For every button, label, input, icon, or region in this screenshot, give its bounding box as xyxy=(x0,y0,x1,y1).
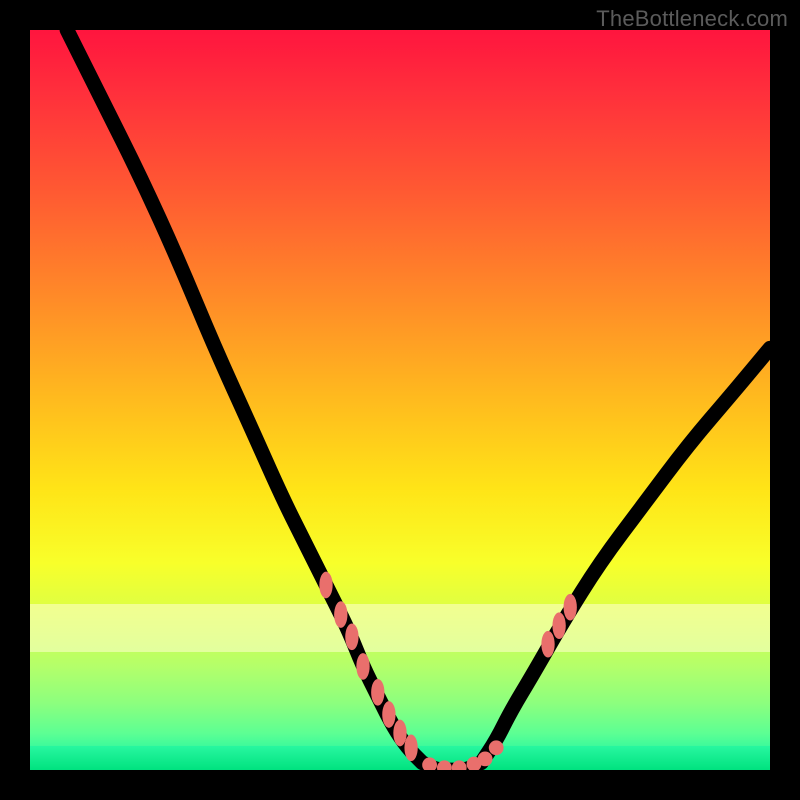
data-marker xyxy=(371,679,384,706)
data-marker xyxy=(334,601,347,628)
data-marker xyxy=(552,612,565,639)
watermark-text: TheBottleneck.com xyxy=(596,6,788,32)
data-marker xyxy=(356,653,369,680)
plot-area xyxy=(30,30,770,770)
data-marker xyxy=(393,720,406,747)
v-curve xyxy=(67,30,770,770)
data-marker xyxy=(541,631,554,658)
curve-svg xyxy=(30,30,770,770)
data-marker xyxy=(489,740,504,755)
data-marker xyxy=(382,701,395,728)
data-marker xyxy=(564,594,577,621)
curve-group xyxy=(67,30,770,770)
data-marker xyxy=(437,760,452,770)
data-marker xyxy=(452,760,467,770)
marker-group-right xyxy=(541,594,577,658)
data-marker xyxy=(345,623,358,650)
data-marker xyxy=(404,734,417,761)
chart-frame: TheBottleneck.com xyxy=(0,0,800,800)
data-marker xyxy=(478,752,493,767)
marker-group-basin xyxy=(422,740,503,770)
data-marker xyxy=(319,572,332,599)
